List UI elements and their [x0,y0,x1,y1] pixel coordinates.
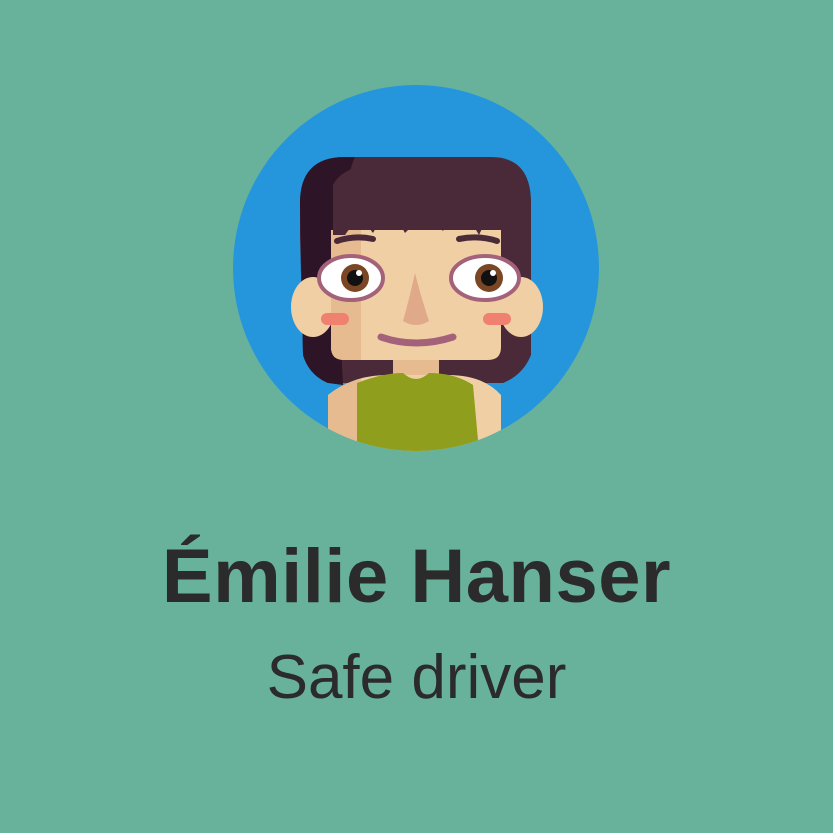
girl-avatar-icon [233,85,599,451]
profile-subtitle: Safe driver [266,643,567,712]
profile-card: Émilie Hanser Safe driver [0,0,833,833]
avatar [233,85,599,451]
profile-name: Émilie Hanser [161,534,672,619]
